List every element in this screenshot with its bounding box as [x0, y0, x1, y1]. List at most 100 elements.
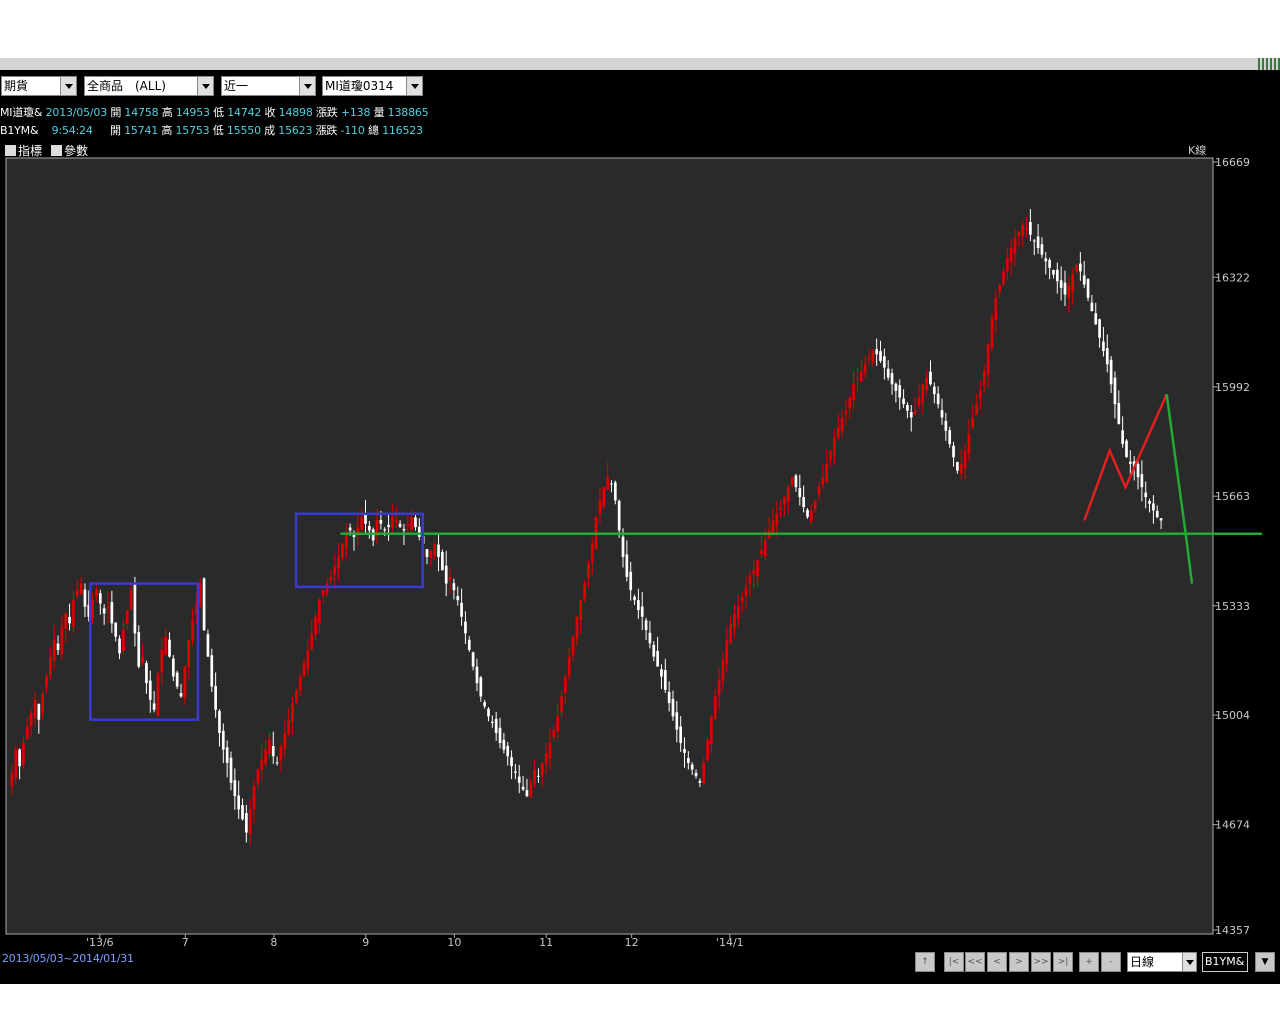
candle-body: [1075, 264, 1078, 273]
candle-body: [971, 417, 975, 428]
candle-body: [379, 520, 383, 524]
candle-body: [321, 590, 325, 596]
candle-body: [148, 680, 152, 700]
candle-body: [617, 500, 621, 531]
symbol-input[interactable]: B1YM&: [1202, 952, 1248, 972]
candle-body: [1152, 503, 1155, 511]
candle-body: [644, 620, 648, 631]
candle-body: [1155, 510, 1159, 518]
candlestick-chart[interactable]: 16669 16322 15992 15663 15333 15004 14674 14357…: [0, 70, 1280, 950]
candle-body: [986, 344, 990, 375]
y-tick-label: 15663: [1215, 490, 1250, 503]
candle-body: [1071, 274, 1075, 292]
candle-body: [72, 600, 75, 627]
zoom-in-label: +: [1085, 957, 1093, 967]
quote-window: 期貨 全商品 (ALL) 近一 MI道瓊0314 MI道瓊& 2013/05/0…: [0, 70, 1280, 984]
candle-body: [25, 726, 29, 740]
candle-body: [79, 583, 83, 594]
candle-body: [475, 666, 479, 684]
candle-body: [652, 644, 656, 657]
candle-body: [114, 622, 118, 637]
candle-body: [544, 752, 548, 764]
arrow-up-icon: ↑: [921, 957, 929, 967]
candle-body: [441, 551, 444, 571]
nav-prev-button[interactable]: <: [987, 952, 1007, 972]
candle-body: [387, 524, 390, 528]
x-tick-label: 9: [362, 936, 369, 949]
candle-body: [610, 483, 613, 485]
zoom-in-button[interactable]: +: [1079, 952, 1099, 972]
candle-body: [736, 606, 740, 618]
candle-body: [529, 782, 533, 798]
candle-body: [129, 590, 133, 609]
candle-body: [467, 639, 471, 650]
candle-body: [936, 393, 940, 405]
candle-body: [1098, 319, 1101, 338]
candle-body: [275, 762, 279, 764]
x-axis-ticks: '13/6 7 8 9 10 11 12 '14/1: [86, 934, 744, 949]
chevron-down-icon[interactable]: [1182, 953, 1196, 971]
nav-next-page-button[interactable]: >>: [1031, 952, 1051, 972]
candle-body: [368, 525, 371, 531]
candle-body: [567, 656, 571, 676]
nav-next-page-label: >>: [1033, 957, 1049, 967]
zoom-out-button[interactable]: -: [1101, 952, 1121, 972]
candle-body: [91, 600, 94, 618]
candle-body: [264, 749, 267, 765]
candle-body: [537, 775, 540, 777]
candle-body: [982, 370, 986, 386]
candle-body: [763, 540, 767, 557]
candle-body: [448, 576, 452, 581]
candle-body: [406, 523, 410, 527]
candle-body: [979, 390, 982, 400]
candle-body: [490, 721, 494, 724]
candle-body: [294, 689, 298, 703]
interval-select[interactable]: 日線: [1127, 952, 1197, 972]
candle-body: [560, 696, 563, 712]
candle-body: [521, 786, 525, 790]
candle-body: [133, 583, 137, 634]
candle-body: [391, 517, 394, 528]
candle-body: [721, 659, 725, 682]
interval-select-value: 日線: [1130, 955, 1155, 969]
candle-body: [625, 554, 629, 577]
candle-body: [648, 632, 652, 644]
candle-body: [809, 510, 813, 522]
candle-body: [310, 633, 314, 650]
menu-dropdown-button[interactable]: ▼: [1255, 952, 1275, 972]
y-tick-label: 15004: [1215, 709, 1250, 722]
candle-body: [717, 679, 721, 696]
candle-body: [1059, 280, 1063, 288]
plot-area: [5, 157, 1214, 935]
candle-body: [825, 463, 829, 482]
resize-grip-icon[interactable]: [1258, 58, 1280, 70]
candle-body: [125, 610, 129, 624]
y-tick-label: 14357: [1215, 924, 1250, 937]
candle-body: [579, 600, 583, 621]
candle-body: [1144, 492, 1148, 498]
candle-body: [533, 769, 536, 784]
candle-body: [752, 570, 756, 574]
scroll-up-button[interactable]: ↑: [915, 952, 935, 972]
nav-first-button[interactable]: |<: [944, 952, 964, 972]
candle-body: [552, 729, 556, 738]
nav-last-button[interactable]: >|: [1053, 952, 1073, 972]
candle-body: [875, 349, 879, 355]
nav-prev-page-button[interactable]: <<: [965, 952, 985, 972]
candle-body: [602, 487, 606, 508]
candle-body: [598, 500, 602, 514]
candle-body: [836, 427, 840, 439]
candle-body: [571, 636, 575, 655]
candle-body: [237, 795, 241, 810]
candle-body: [1032, 240, 1036, 242]
candle-body: [298, 676, 302, 691]
candle-body: [248, 809, 252, 835]
nav-next-button[interactable]: >: [1009, 952, 1029, 972]
candle-body: [49, 656, 52, 676]
candle-body: [867, 357, 871, 360]
candle-body: [990, 317, 994, 349]
candle-body: [1009, 248, 1013, 263]
candle-body: [948, 430, 952, 445]
candle-body: [844, 410, 848, 414]
candle-body: [671, 698, 675, 717]
